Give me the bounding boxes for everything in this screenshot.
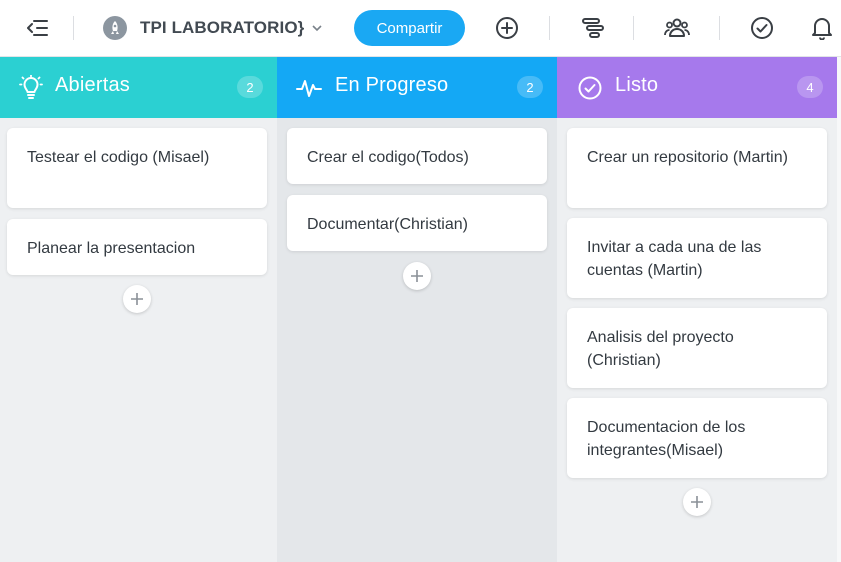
column-cards: Crear un repositorio (Martin) Invitar a … bbox=[557, 118, 841, 562]
column-title: Abiertas bbox=[55, 74, 130, 96]
share-button[interactable]: Compartir bbox=[354, 10, 465, 46]
add-card-button[interactable] bbox=[683, 488, 711, 516]
card-count-badge: 4 bbox=[797, 76, 823, 98]
project-title: TPI LABORATORIO} bbox=[140, 18, 305, 37]
column-listo: Listo 4 Crear un repositorio (Martin) In… bbox=[557, 57, 841, 562]
check-circle-icon[interactable] bbox=[749, 15, 775, 41]
column-en-progreso: En Progreso 2 Crear el codigo(Todos) Doc… bbox=[277, 57, 557, 562]
timeline-icon[interactable] bbox=[580, 15, 606, 41]
bell-icon[interactable] bbox=[809, 15, 835, 41]
add-circle-icon[interactable] bbox=[494, 15, 520, 41]
divider bbox=[73, 16, 74, 40]
lightbulb-icon bbox=[18, 74, 44, 101]
add-card-button[interactable] bbox=[123, 285, 151, 313]
column-cards: Testear el codigo (Misael) Planear la pr… bbox=[0, 118, 277, 562]
plus-icon bbox=[691, 496, 703, 508]
task-card[interactable]: Documentacion de los integrantes(Misael) bbox=[567, 398, 827, 478]
rocket-icon bbox=[103, 16, 127, 40]
task-card[interactable]: Crear un repositorio (Martin) bbox=[567, 128, 827, 208]
divider bbox=[719, 16, 720, 40]
column-title: En Progreso bbox=[335, 74, 449, 96]
task-card[interactable]: Planear la presentacion bbox=[7, 219, 267, 275]
kanban-board: Abiertas 2 Testear el codigo (Misael) Pl… bbox=[0, 57, 841, 562]
scrollbar-track[interactable] bbox=[837, 57, 841, 562]
pulse-icon bbox=[296, 75, 322, 101]
column-header[interactable]: Abiertas 2 bbox=[0, 57, 277, 118]
divider bbox=[549, 16, 550, 40]
add-card-button[interactable] bbox=[403, 262, 431, 290]
task-card[interactable]: Crear el codigo(Todos) bbox=[287, 128, 547, 184]
column-header[interactable]: En Progreso 2 bbox=[277, 57, 557, 118]
column-abiertas: Abiertas 2 Testear el codigo (Misael) Pl… bbox=[0, 57, 277, 562]
task-card[interactable]: Invitar a cada una de las cuentas (Marti… bbox=[567, 218, 827, 298]
card-count-badge: 2 bbox=[237, 76, 263, 98]
project-selector[interactable]: TPI LABORATORIO} bbox=[103, 14, 322, 42]
plus-icon bbox=[131, 293, 143, 305]
team-icon[interactable] bbox=[663, 15, 691, 41]
task-card[interactable]: Testear el codigo (Misael) bbox=[7, 128, 267, 208]
chevron-down-icon bbox=[312, 24, 322, 32]
top-toolbar: TPI LABORATORIO} Compartir bbox=[0, 0, 841, 57]
collapse-menu-icon[interactable] bbox=[26, 16, 50, 40]
check-circle-icon bbox=[577, 75, 603, 101]
plus-icon bbox=[411, 270, 423, 282]
card-count-badge: 2 bbox=[517, 76, 543, 98]
divider bbox=[633, 16, 634, 40]
column-title: Listo bbox=[615, 74, 659, 96]
column-cards: Crear el codigo(Todos) Documentar(Christ… bbox=[277, 118, 557, 562]
task-card[interactable]: Documentar(Christian) bbox=[287, 195, 547, 251]
column-header[interactable]: Listo 4 bbox=[557, 57, 837, 118]
task-card[interactable]: Analisis del proyecto (Christian) bbox=[567, 308, 827, 388]
